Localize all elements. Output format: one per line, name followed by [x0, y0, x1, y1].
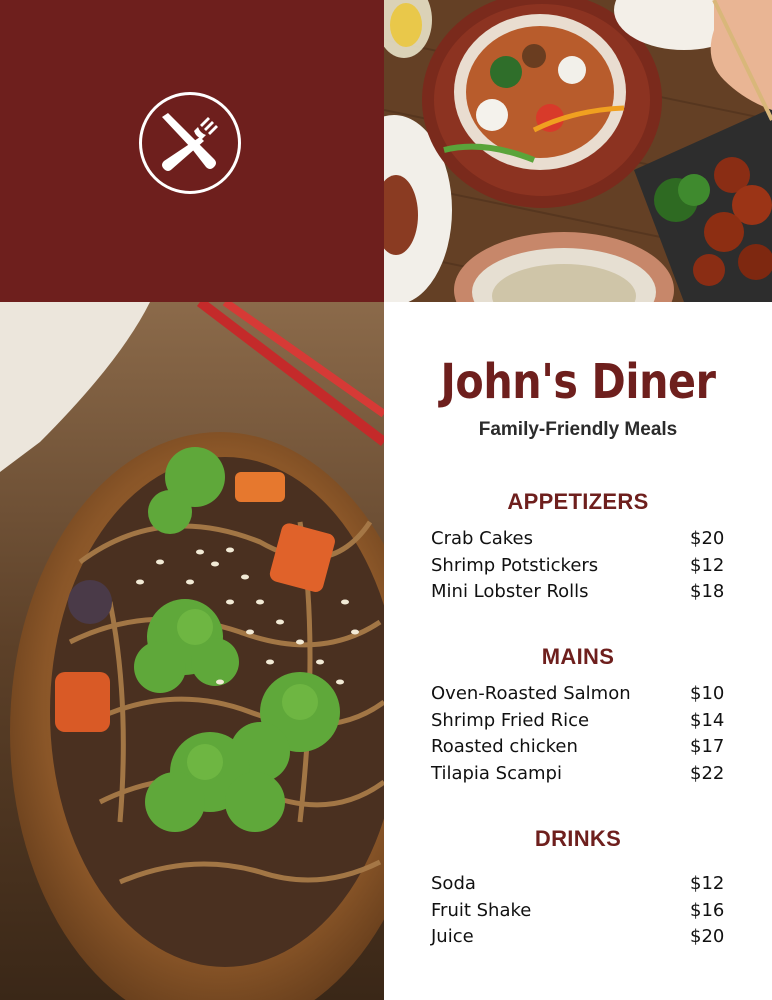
item-price: $14: [690, 709, 725, 731]
section-title: APPETIZERS: [507, 489, 649, 514]
menu-item: Tilapia Scampi $22: [384, 761, 772, 788]
restaurant-tagline: Family-Friendly Meals: [478, 419, 678, 440]
menu-item: Soda $12: [384, 871, 772, 898]
menu-item: Shrimp Fried Rice $14: [384, 708, 772, 735]
item-name: Mini Lobster Rolls: [431, 581, 589, 602]
logo-badge: [139, 92, 241, 194]
logo-block: [0, 0, 384, 302]
food-photo-table: [384, 0, 772, 302]
item-price: $17: [690, 736, 725, 757]
item-price: $20: [690, 926, 725, 947]
restaurant-name: John's Diner: [440, 354, 716, 410]
knife-fork-icon: [162, 113, 218, 171]
menu-item: Shrimp Potstickers $12: [384, 553, 772, 580]
food-photo-noodle-bowl: [0, 302, 384, 1000]
item-name: Fruit Shake: [431, 899, 532, 921]
item-name: Roasted chicken: [431, 736, 578, 757]
menu-panel: John's Diner Family-Friendly Meals APPET…: [384, 302, 772, 1000]
item-name: Crab Cakes: [431, 528, 533, 549]
item-name: Soda: [431, 873, 476, 894]
section-title: MAINS: [541, 644, 615, 669]
menu-item: Roasted chicken $17: [384, 734, 772, 761]
item-name: Shrimp Potstickers: [431, 554, 599, 576]
item-name: Tilapia Scampi: [431, 762, 562, 784]
menu-section-appetizers: APPETIZERS Crab Cakes $20 Shrimp Potstic…: [384, 488, 772, 606]
item-price: $10: [690, 683, 725, 704]
item-price: $16: [690, 899, 725, 921]
item-price: $22: [690, 762, 725, 784]
menu-item: Crab Cakes $20: [384, 526, 772, 553]
menu-section-mains: MAINS Oven-Roasted Salmon $10 Shrimp Fri…: [384, 643, 772, 787]
menu-item: Fruit Shake $16: [384, 898, 772, 925]
menu-section-drinks: DRINKS Soda $12 Fruit Shake $16 Juice $2…: [384, 825, 772, 951]
menu-item: Oven-Roasted Salmon $10: [384, 681, 772, 708]
item-price: $18: [690, 581, 725, 602]
menu-item: Juice $20: [384, 924, 772, 951]
item-price: $12: [690, 873, 725, 894]
item-price: $12: [690, 554, 725, 576]
item-price: $20: [690, 528, 725, 549]
item-name: Shrimp Fried Rice: [431, 709, 590, 731]
menu-item: Mini Lobster Rolls $18: [384, 579, 772, 606]
item-name: Juice: [431, 926, 474, 947]
item-name: Oven-Roasted Salmon: [431, 683, 631, 704]
section-title: DRINKS: [534, 826, 622, 851]
